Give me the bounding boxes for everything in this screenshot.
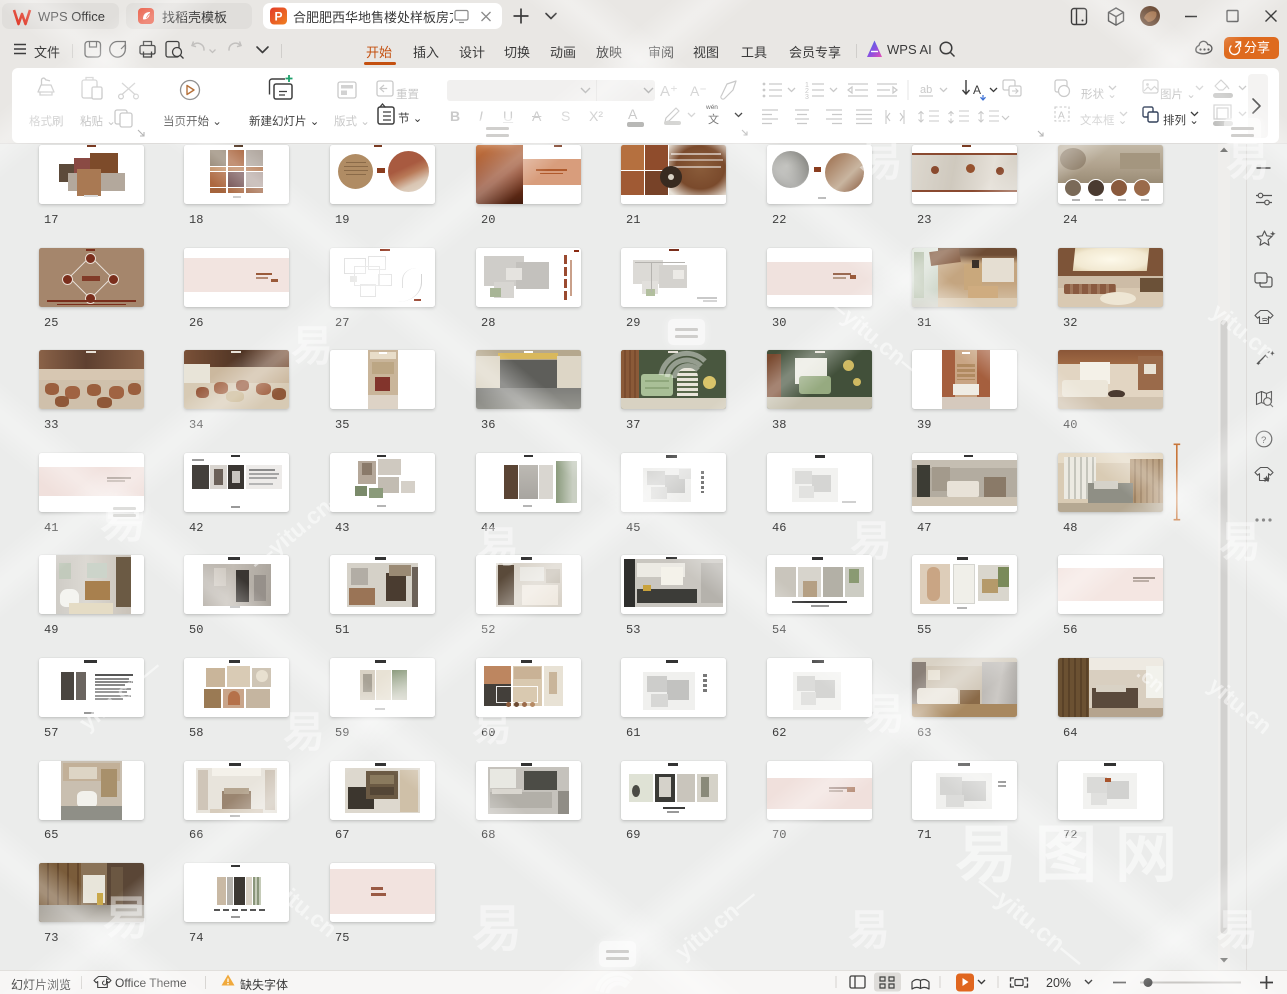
svg-text:A: A	[973, 83, 981, 97]
svg-text:ab: ab	[920, 84, 932, 96]
svg-text:?: ?	[1261, 435, 1266, 446]
svg-text:3: 3	[805, 94, 809, 101]
svg-text:A: A	[1058, 111, 1065, 122]
svg-text:P: P	[275, 10, 283, 24]
